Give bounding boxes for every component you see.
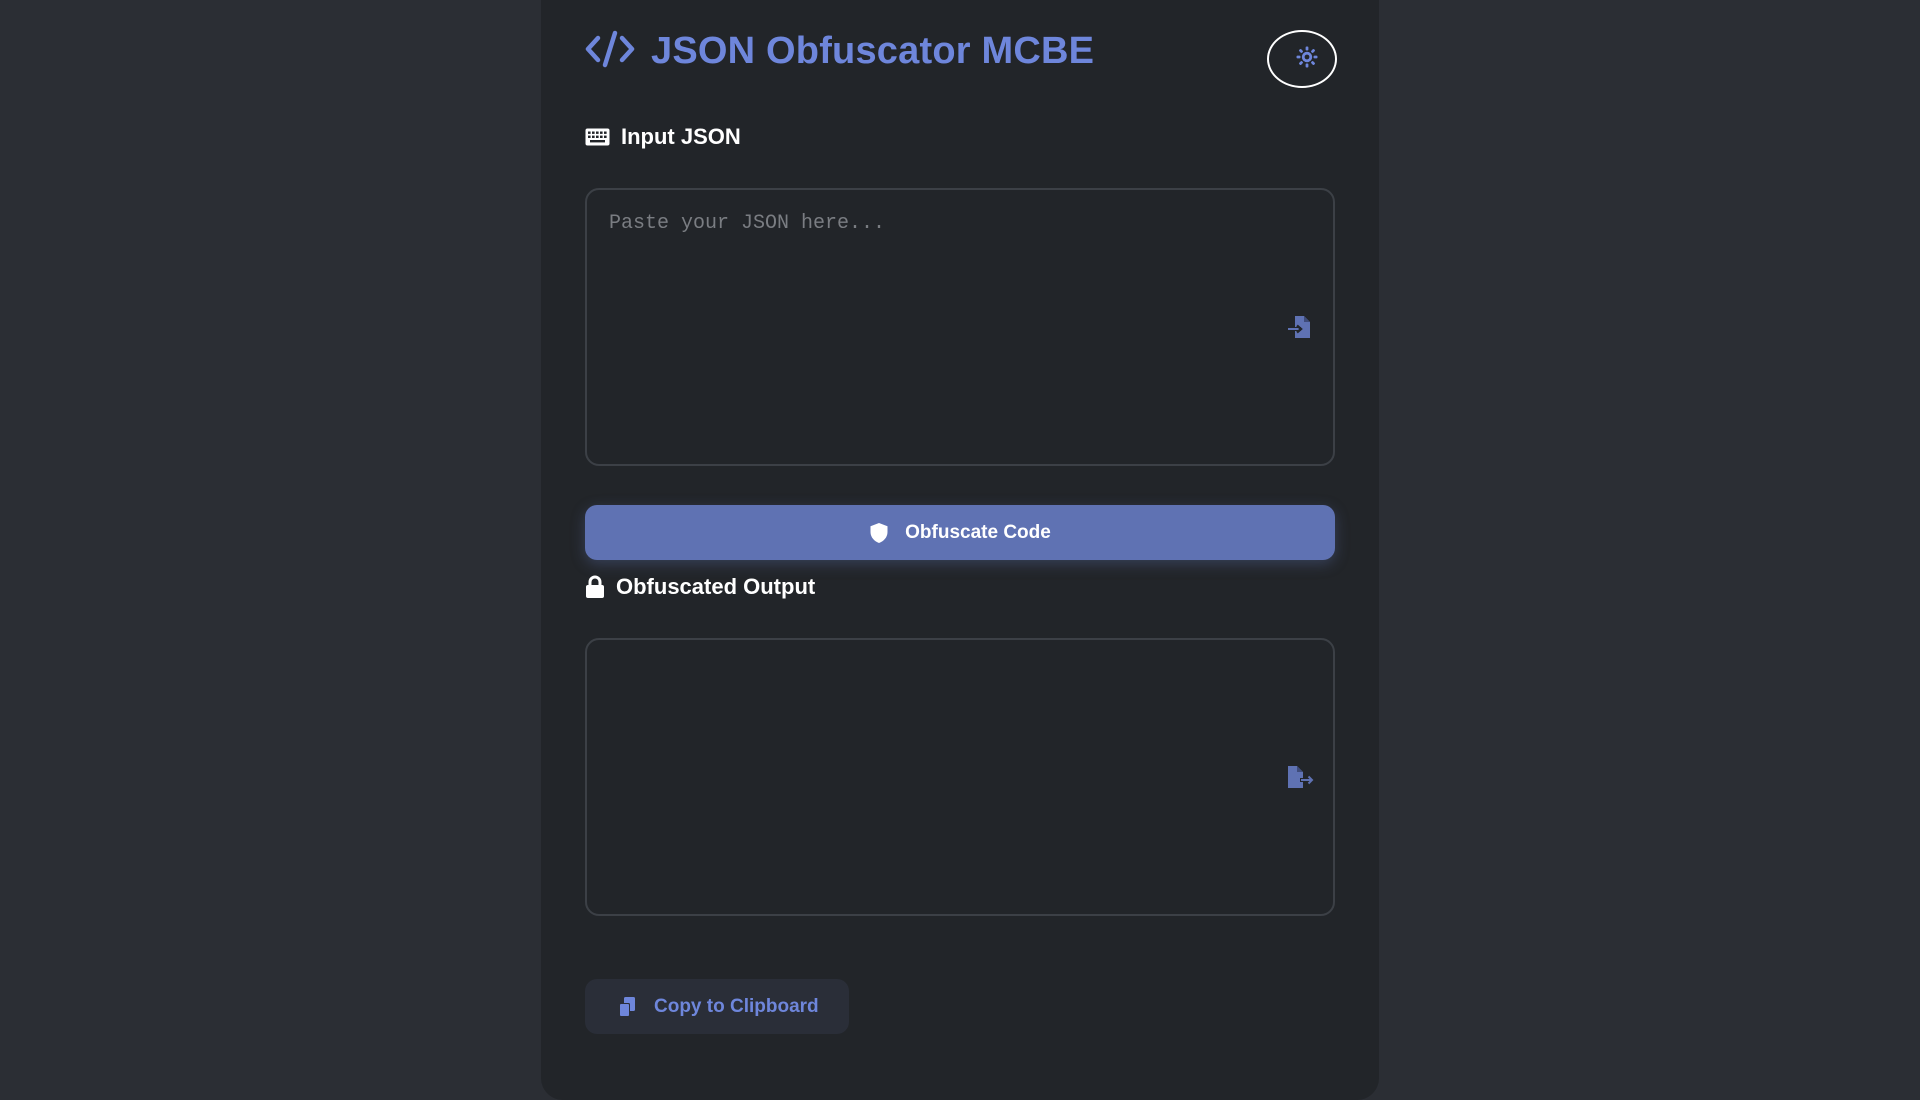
input-json-box: [585, 188, 1335, 466]
page-title: JSON Obfuscator MCBE: [651, 29, 1095, 72]
header: JSON Obfuscator MCBE: [585, 28, 1337, 92]
obfuscate-button-label: Obfuscate Code: [905, 521, 1051, 543]
lock-icon: [585, 575, 605, 599]
output-textarea[interactable]: [587, 640, 1333, 914]
sun-icon: [1296, 46, 1318, 68]
main-card: JSON Obfuscator MCBE Input JSON Paste yo…: [541, 0, 1379, 1100]
input-label-text: Input JSON: [621, 124, 741, 149]
code-icon: [585, 29, 651, 74]
obfuscate-button[interactable]: Obfuscate Code: [585, 505, 1335, 560]
title-group: JSON Obfuscator MCBE: [585, 28, 1094, 74]
keyboard-icon: [585, 128, 610, 146]
input-section-label: Input JSON: [585, 124, 741, 150]
input-json-textarea[interactable]: [587, 190, 1333, 464]
copy-to-clipboard-button[interactable]: Copy to Clipboard: [585, 979, 849, 1034]
file-export-icon[interactable]: [1285, 762, 1315, 792]
copy-icon: [617, 996, 639, 1018]
theme-toggle-button[interactable]: [1267, 30, 1337, 88]
output-box: [585, 638, 1335, 916]
output-section-label: Obfuscated Output: [585, 574, 815, 600]
copy-button-label: Copy to Clipboard: [654, 995, 819, 1017]
file-import-icon[interactable]: [1285, 312, 1315, 342]
output-label-text: Obfuscated Output: [616, 574, 816, 599]
shield-icon: [869, 522, 889, 544]
